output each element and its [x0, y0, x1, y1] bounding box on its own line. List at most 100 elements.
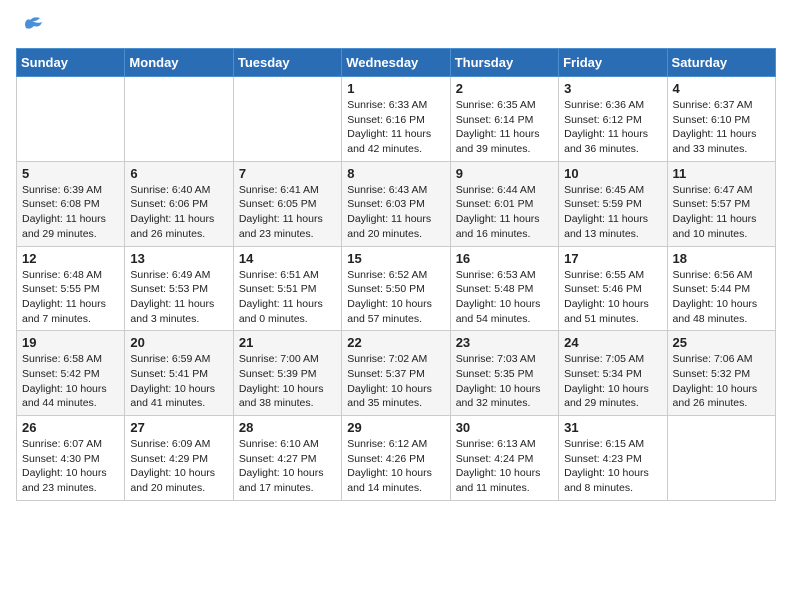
day-info: Sunrise: 6:35 AM Sunset: 6:14 PM Dayligh… — [456, 98, 553, 157]
calendar-body: 1 Sunrise: 6:33 AM Sunset: 6:16 PM Daylig… — [17, 77, 776, 501]
day-cell: 6 Sunrise: 6:40 AM Sunset: 6:06 PM Daylig… — [125, 161, 233, 246]
day-number: 5 — [22, 166, 119, 181]
day-cell: 16 Sunrise: 6:53 AM Sunset: 5:48 PM Dayli… — [450, 246, 558, 331]
day-number: 1 — [347, 81, 444, 96]
day-info: Sunrise: 6:44 AM Sunset: 6:01 PM Dayligh… — [456, 183, 553, 242]
day-info: Sunrise: 6:33 AM Sunset: 6:16 PM Dayligh… — [347, 98, 444, 157]
day-cell: 15 Sunrise: 6:52 AM Sunset: 5:50 PM Dayli… — [342, 246, 450, 331]
day-number: 30 — [456, 420, 553, 435]
day-info: Sunrise: 7:06 AM Sunset: 5:32 PM Dayligh… — [673, 352, 770, 411]
day-number: 31 — [564, 420, 661, 435]
day-info: Sunrise: 6:36 AM Sunset: 6:12 PM Dayligh… — [564, 98, 661, 157]
day-number: 2 — [456, 81, 553, 96]
day-cell: 4Sunrise: 6:37 AM Sunset: 6:10 PM Daylig… — [667, 77, 775, 162]
day-cell: 20 Sunrise: 6:59 AM Sunset: 5:41 PM Dayli… — [125, 331, 233, 416]
day-info: Sunrise: 6:58 AM Sunset: 5:42 PM Dayligh… — [22, 352, 119, 411]
day-number: 7 — [239, 166, 336, 181]
day-cell: 22 Sunrise: 7:02 AM Sunset: 5:37 PM Dayli… — [342, 331, 450, 416]
weekday-wednesday: Wednesday — [342, 49, 450, 77]
day-info: Sunrise: 6:41 AM Sunset: 6:05 PM Dayligh… — [239, 183, 336, 242]
day-cell: 23Sunrise: 7:03 AM Sunset: 5:35 PM Dayli… — [450, 331, 558, 416]
day-info: Sunrise: 6:09 AM Sunset: 4:29 PM Dayligh… — [130, 437, 227, 496]
day-info: Sunrise: 6:39 AM Sunset: 6:08 PM Dayligh… — [22, 183, 119, 242]
day-info: Sunrise: 6:15 AM Sunset: 4:23 PM Dayligh… — [564, 437, 661, 496]
logo — [16, 16, 48, 38]
day-info: Sunrise: 6:55 AM Sunset: 5:46 PM Dayligh… — [564, 268, 661, 327]
weekday-thursday: Thursday — [450, 49, 558, 77]
weekday-header-row: SundayMondayTuesdayWednesdayThursdayFrid… — [17, 49, 776, 77]
day-cell: 24Sunrise: 7:05 AM Sunset: 5:34 PM Dayli… — [559, 331, 667, 416]
day-number: 4 — [673, 81, 770, 96]
day-number: 19 — [22, 335, 119, 350]
day-cell: 18 Sunrise: 6:56 AM Sunset: 5:44 PM Dayli… — [667, 246, 775, 331]
day-number: 9 — [456, 166, 553, 181]
day-info: Sunrise: 6:40 AM Sunset: 6:06 PM Dayligh… — [130, 183, 227, 242]
day-cell: 7 Sunrise: 6:41 AM Sunset: 6:05 PM Daylig… — [233, 161, 341, 246]
day-number: 17 — [564, 251, 661, 266]
day-number: 25 — [673, 335, 770, 350]
day-cell — [125, 77, 233, 162]
day-info: Sunrise: 6:52 AM Sunset: 5:50 PM Dayligh… — [347, 268, 444, 327]
weekday-sunday: Sunday — [17, 49, 125, 77]
day-info: Sunrise: 6:13 AM Sunset: 4:24 PM Dayligh… — [456, 437, 553, 496]
day-number: 16 — [456, 251, 553, 266]
day-number: 21 — [239, 335, 336, 350]
day-cell: 11Sunrise: 6:47 AM Sunset: 5:57 PM Dayli… — [667, 161, 775, 246]
day-cell: 5 Sunrise: 6:39 AM Sunset: 6:08 PM Daylig… — [17, 161, 125, 246]
day-number: 22 — [347, 335, 444, 350]
weekday-monday: Monday — [125, 49, 233, 77]
week-row-5: 26Sunrise: 6:07 AM Sunset: 4:30 PM Dayli… — [17, 416, 776, 501]
day-cell — [233, 77, 341, 162]
day-number: 8 — [347, 166, 444, 181]
day-number: 13 — [130, 251, 227, 266]
day-number: 18 — [673, 251, 770, 266]
day-info: Sunrise: 6:48 AM Sunset: 5:55 PM Dayligh… — [22, 268, 119, 327]
day-cell: 9 Sunrise: 6:44 AM Sunset: 6:01 PM Daylig… — [450, 161, 558, 246]
day-cell: 29 Sunrise: 6:12 AM Sunset: 4:26 PM Dayli… — [342, 416, 450, 501]
week-row-2: 5 Sunrise: 6:39 AM Sunset: 6:08 PM Daylig… — [17, 161, 776, 246]
day-number: 6 — [130, 166, 227, 181]
day-cell: 1 Sunrise: 6:33 AM Sunset: 6:16 PM Daylig… — [342, 77, 450, 162]
day-number: 10 — [564, 166, 661, 181]
logo-icon — [16, 16, 44, 38]
day-info: Sunrise: 6:49 AM Sunset: 5:53 PM Dayligh… — [130, 268, 227, 327]
day-number: 29 — [347, 420, 444, 435]
day-number: 15 — [347, 251, 444, 266]
day-info: Sunrise: 6:45 AM Sunset: 5:59 PM Dayligh… — [564, 183, 661, 242]
day-cell: 8 Sunrise: 6:43 AM Sunset: 6:03 PM Daylig… — [342, 161, 450, 246]
day-info: Sunrise: 6:12 AM Sunset: 4:26 PM Dayligh… — [347, 437, 444, 496]
day-cell — [667, 416, 775, 501]
day-info: Sunrise: 6:53 AM Sunset: 5:48 PM Dayligh… — [456, 268, 553, 327]
day-number: 12 — [22, 251, 119, 266]
day-info: Sunrise: 6:56 AM Sunset: 5:44 PM Dayligh… — [673, 268, 770, 327]
day-cell: 13 Sunrise: 6:49 AM Sunset: 5:53 PM Dayli… — [125, 246, 233, 331]
day-cell: 12 Sunrise: 6:48 AM Sunset: 5:55 PM Dayli… — [17, 246, 125, 331]
day-info: Sunrise: 7:03 AM Sunset: 5:35 PM Dayligh… — [456, 352, 553, 411]
day-cell: 3 Sunrise: 6:36 AM Sunset: 6:12 PM Daylig… — [559, 77, 667, 162]
day-cell: 2 Sunrise: 6:35 AM Sunset: 6:14 PM Daylig… — [450, 77, 558, 162]
week-row-3: 12 Sunrise: 6:48 AM Sunset: 5:55 PM Dayli… — [17, 246, 776, 331]
day-number: 3 — [564, 81, 661, 96]
day-cell: 14Sunrise: 6:51 AM Sunset: 5:51 PM Dayli… — [233, 246, 341, 331]
calendar-table: SundayMondayTuesdayWednesdayThursdayFrid… — [16, 48, 776, 501]
page-header — [16, 16, 776, 38]
day-number: 20 — [130, 335, 227, 350]
day-info: Sunrise: 6:59 AM Sunset: 5:41 PM Dayligh… — [130, 352, 227, 411]
day-info: Sunrise: 6:10 AM Sunset: 4:27 PM Dayligh… — [239, 437, 336, 496]
day-info: Sunrise: 6:43 AM Sunset: 6:03 PM Dayligh… — [347, 183, 444, 242]
day-cell: 25 Sunrise: 7:06 AM Sunset: 5:32 PM Dayli… — [667, 331, 775, 416]
day-cell: 21 Sunrise: 7:00 AM Sunset: 5:39 PM Dayli… — [233, 331, 341, 416]
day-cell — [17, 77, 125, 162]
week-row-1: 1 Sunrise: 6:33 AM Sunset: 6:16 PM Daylig… — [17, 77, 776, 162]
weekday-friday: Friday — [559, 49, 667, 77]
day-info: Sunrise: 7:00 AM Sunset: 5:39 PM Dayligh… — [239, 352, 336, 411]
day-cell: 27Sunrise: 6:09 AM Sunset: 4:29 PM Dayli… — [125, 416, 233, 501]
weekday-saturday: Saturday — [667, 49, 775, 77]
day-info: Sunrise: 7:02 AM Sunset: 5:37 PM Dayligh… — [347, 352, 444, 411]
day-cell: 28Sunrise: 6:10 AM Sunset: 4:27 PM Dayli… — [233, 416, 341, 501]
day-cell: 30 Sunrise: 6:13 AM Sunset: 4:24 PM Dayli… — [450, 416, 558, 501]
week-row-4: 19 Sunrise: 6:58 AM Sunset: 5:42 PM Dayli… — [17, 331, 776, 416]
day-cell: 31 Sunrise: 6:15 AM Sunset: 4:23 PM Dayli… — [559, 416, 667, 501]
day-cell: 10 Sunrise: 6:45 AM Sunset: 5:59 PM Dayli… — [559, 161, 667, 246]
day-info: Sunrise: 7:05 AM Sunset: 5:34 PM Dayligh… — [564, 352, 661, 411]
